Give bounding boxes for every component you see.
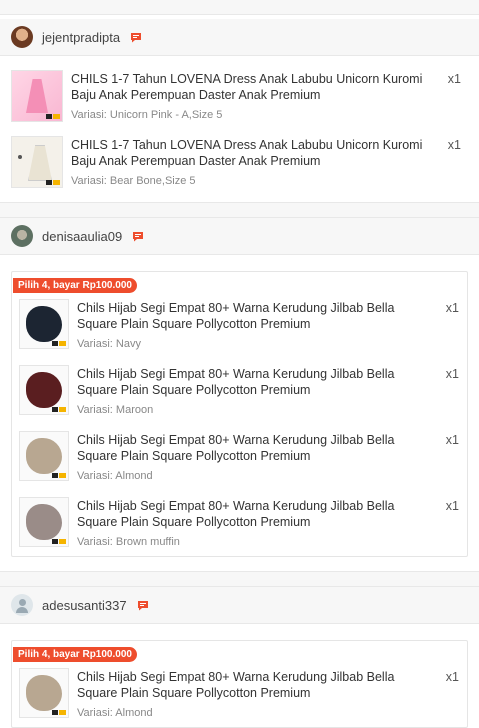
product-thumbnail[interactable]	[19, 365, 69, 415]
bundle-promo-badge[interactable]: Pilih 4, bayar Rp100.000	[13, 278, 137, 293]
product-quantity: x1	[445, 301, 459, 315]
order-item[interactable]: CHILS 1-7 Tahun LOVENA Dress Anak Labubu…	[0, 136, 479, 188]
chat-icon[interactable]	[132, 231, 144, 242]
product-thumbnail[interactable]	[19, 431, 69, 481]
badge-icon	[52, 407, 58, 412]
product-variant: Variasi: Navy	[77, 338, 141, 350]
chat-icon[interactable]	[137, 600, 149, 611]
order-header-jejentpradipta: jejentpradipta	[0, 19, 479, 56]
product-thumbnail[interactable]	[19, 497, 69, 547]
pattern-dot	[18, 155, 22, 159]
badge-icon	[46, 180, 52, 185]
product-title[interactable]: Chils Hijab Segi Empat 80+ Warna Kerudun…	[77, 300, 432, 332]
dress-image	[28, 145, 52, 181]
username[interactable]: denisaaulia09	[42, 229, 122, 244]
product-title[interactable]: Chils Hijab Segi Empat 80+ Warna Kerudun…	[77, 669, 432, 701]
product-quantity: x1	[445, 499, 459, 513]
badge-icon	[59, 407, 66, 412]
badge-icon	[52, 341, 58, 346]
order-item[interactable]: Chils Hijab Segi Empat 80+ Warna Kerudun…	[12, 365, 467, 416]
product-variant: Variasi: Brown muffin	[77, 536, 180, 548]
order-header-denisaaulia09: denisaaulia09	[0, 218, 479, 255]
product-title[interactable]: Chils Hijab Segi Empat 80+ Warna Kerudun…	[77, 432, 432, 464]
chat-icon[interactable]	[130, 32, 142, 43]
hijab-image	[26, 675, 62, 711]
username[interactable]: adesusanti337	[42, 598, 127, 613]
product-quantity: x1	[445, 670, 459, 684]
badge-icon	[59, 539, 66, 544]
product-thumbnail[interactable]	[19, 668, 69, 718]
badge-icon	[59, 473, 66, 478]
product-variant: Variasi: Almond	[77, 470, 153, 482]
bundle-deal-box: Pilih 4, bayar Rp100.000 Chils Hijab Seg…	[11, 640, 468, 728]
section-divider	[0, 202, 479, 218]
badge-icon	[52, 539, 58, 544]
dress-image	[26, 79, 48, 113]
hijab-image	[26, 438, 62, 474]
bundle-deal-box: Pilih 4, bayar Rp100.000 Chils Hijab Seg…	[11, 271, 468, 557]
order-item[interactable]: CHILS 1-7 Tahun LOVENA Dress Anak Labubu…	[0, 70, 479, 122]
order-item[interactable]: Chils Hijab Segi Empat 80+ Warna Kerudun…	[12, 497, 467, 548]
badge-icon	[59, 341, 66, 346]
section-divider	[0, 571, 479, 587]
product-quantity: x1	[447, 138, 461, 152]
product-quantity: x1	[447, 72, 461, 86]
badge-icon	[53, 180, 60, 185]
product-variant: Variasi: Unicorn Pink - A,Size 5	[71, 109, 223, 121]
hijab-image	[26, 372, 62, 408]
order-item[interactable]: Chils Hijab Segi Empat 80+ Warna Kerudun…	[12, 431, 467, 482]
hijab-image	[26, 504, 62, 540]
hijab-image	[26, 306, 62, 342]
product-thumbnail[interactable]	[19, 299, 69, 349]
product-title[interactable]: Chils Hijab Segi Empat 80+ Warna Kerudun…	[77, 498, 432, 530]
order-header-adesusanti337: adesusanti337	[0, 587, 479, 624]
product-thumbnail[interactable]	[11, 70, 63, 122]
product-variant: Variasi: Almond	[77, 707, 153, 719]
order-item[interactable]: Chils Hijab Segi Empat 80+ Warna Kerudun…	[12, 299, 467, 350]
top-spacer	[0, 0, 479, 15]
username[interactable]: jejentpradipta	[42, 30, 120, 45]
product-title[interactable]: Chils Hijab Segi Empat 80+ Warna Kerudun…	[77, 366, 432, 398]
product-variant: Variasi: Maroon	[77, 404, 154, 416]
avatar[interactable]	[11, 594, 33, 616]
badge-icon	[53, 114, 60, 119]
avatar[interactable]	[11, 225, 33, 247]
order-item[interactable]: Chils Hijab Segi Empat 80+ Warna Kerudun…	[12, 668, 467, 719]
product-title[interactable]: CHILS 1-7 Tahun LOVENA Dress Anak Labubu…	[71, 137, 446, 169]
product-thumbnail[interactable]	[11, 136, 63, 188]
badge-icon	[52, 473, 58, 478]
product-variant: Variasi: Bear Bone,Size 5	[71, 175, 196, 187]
badge-icon	[46, 114, 52, 119]
product-title[interactable]: CHILS 1-7 Tahun LOVENA Dress Anak Labubu…	[71, 71, 446, 103]
avatar[interactable]	[11, 26, 33, 48]
product-quantity: x1	[445, 433, 459, 447]
product-quantity: x1	[445, 367, 459, 381]
bundle-promo-badge[interactable]: Pilih 4, bayar Rp100.000	[13, 647, 137, 662]
